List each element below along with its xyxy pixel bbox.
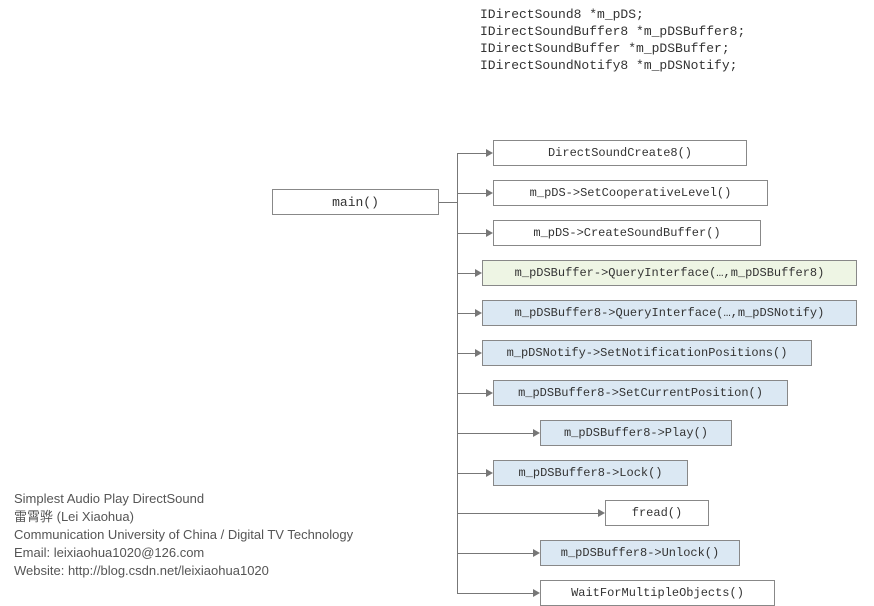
- arrowhead-icon: [598, 509, 605, 517]
- arrowhead-icon: [533, 429, 540, 437]
- main-function-label: main(): [332, 195, 379, 210]
- connector-branch: [457, 353, 475, 354]
- call-node-label: WaitForMultipleObjects(): [571, 586, 744, 600]
- call-node: m_pDSBuffer8->QueryInterface(…,m_pDSNoti…: [482, 300, 857, 326]
- connector-branch: [457, 193, 486, 194]
- footer-affil: Communication University of China / Digi…: [14, 526, 353, 544]
- connector-main-to-bus: [439, 202, 457, 203]
- arrowhead-icon: [475, 349, 482, 357]
- connector-branch: [457, 593, 533, 594]
- call-node-label: m_pDSBuffer8->Play(): [564, 426, 708, 440]
- call-node: DirectSoundCreate8(): [493, 140, 747, 166]
- call-node-label: m_pDS->CreateSoundBuffer(): [533, 226, 720, 240]
- call-node-label: m_pDSBuffer8->Lock(): [518, 466, 662, 480]
- variable-declarations: IDirectSound8 *m_pDS; IDirectSoundBuffer…: [480, 6, 745, 74]
- call-node-label: DirectSoundCreate8(): [548, 146, 692, 160]
- arrowhead-icon: [486, 189, 493, 197]
- call-node: m_pDSBuffer8->Play(): [540, 420, 732, 446]
- arrowhead-icon: [486, 469, 493, 477]
- call-node: m_pDS->SetCooperativeLevel(): [493, 180, 768, 206]
- connector-branch: [457, 233, 486, 234]
- call-node-label: fread(): [632, 506, 682, 520]
- arrowhead-icon: [486, 149, 493, 157]
- arrowhead-icon: [475, 309, 482, 317]
- arrowhead-icon: [486, 389, 493, 397]
- footer-title: Simplest Audio Play DirectSound: [14, 490, 204, 508]
- arrowhead-icon: [533, 589, 540, 597]
- connector-branch: [457, 153, 486, 154]
- call-node-label: m_pDSBuffer->QueryInterface(…,m_pDSBuffe…: [515, 266, 825, 280]
- arrowhead-icon: [533, 549, 540, 557]
- call-node: m_pDSBuffer8->Unlock(): [540, 540, 740, 566]
- connector-branch: [457, 513, 598, 514]
- call-node: m_pDSBuffer->QueryInterface(…,m_pDSBuffe…: [482, 260, 857, 286]
- footer-email: Email: leixiaohua1020@126.com: [14, 544, 204, 562]
- connector-branch: [457, 313, 475, 314]
- footer-author: 雷霄骅 (Lei Xiaohua): [14, 508, 134, 526]
- call-node-label: m_pDS->SetCooperativeLevel(): [530, 186, 732, 200]
- footer-website: Website: http://blog.csdn.net/leixiaohua…: [14, 562, 269, 580]
- call-node-label: m_pDSBuffer8->Unlock(): [561, 546, 719, 560]
- call-node: m_pDS->CreateSoundBuffer(): [493, 220, 761, 246]
- connector-branch: [457, 433, 533, 434]
- call-node: fread(): [605, 500, 709, 526]
- connector-branch: [457, 473, 486, 474]
- call-node: m_pDSNotify->SetNotificationPositions(): [482, 340, 812, 366]
- connector-branch: [457, 393, 486, 394]
- call-node: WaitForMultipleObjects(): [540, 580, 775, 606]
- call-node: m_pDSBuffer8->Lock(): [493, 460, 688, 486]
- connector-branch: [457, 273, 475, 274]
- arrowhead-icon: [486, 229, 493, 237]
- call-node-label: m_pDSNotify->SetNotificationPositions(): [507, 346, 788, 360]
- call-node: m_pDSBuffer8->SetCurrentPosition(): [493, 380, 788, 406]
- connector-branch: [457, 553, 533, 554]
- call-node-label: m_pDSBuffer8->SetCurrentPosition(): [518, 386, 763, 400]
- arrowhead-icon: [475, 269, 482, 277]
- connector-vertical-bus: [457, 153, 458, 593]
- call-node-label: m_pDSBuffer8->QueryInterface(…,m_pDSNoti…: [515, 306, 825, 320]
- main-function-node: main(): [272, 189, 439, 215]
